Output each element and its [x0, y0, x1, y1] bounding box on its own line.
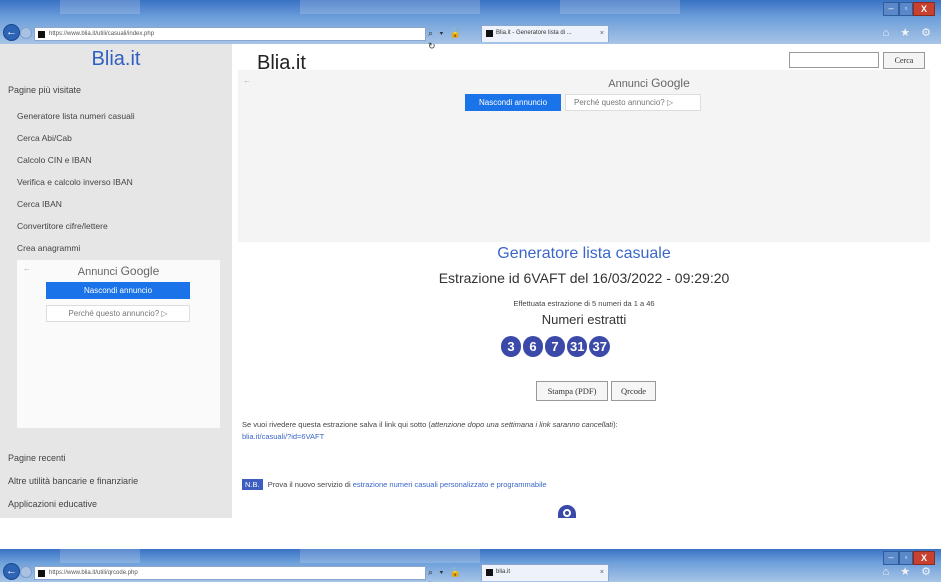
sidebar-item-abi-cab[interactable]: Cerca Abi/Cab: [17, 133, 72, 143]
tab-title: blia.it: [496, 569, 511, 575]
sidebar-recent[interactable]: Pagine recenti: [8, 453, 66, 463]
favicon-icon: [486, 30, 493, 37]
main-ad: ← Annunci Google Nascondi annuncio Perch…: [238, 70, 930, 242]
sidebar-most-visited: Pagine più visitate: [8, 85, 82, 95]
tab-close-icon[interactable]: ×: [600, 26, 604, 41]
back-button[interactable]: ←: [3, 563, 20, 580]
numbers-heading: Numeri estratti: [541, 312, 627, 327]
nb-notice: N.B. Prova il nuovo servizio di estrazio…: [242, 479, 547, 490]
save-note-prefix: Se vuoi rivedere questa estrazione salva…: [242, 420, 431, 429]
hide-ad-button[interactable]: Nascondi annuncio: [465, 94, 561, 111]
minimize-button[interactable]: –: [883, 2, 899, 16]
window-controls: – ▫ X: [883, 2, 937, 18]
forward-button[interactable]: [20, 27, 32, 39]
ad-google-label: Google: [651, 76, 690, 90]
save-note-suffix: ):: [613, 420, 618, 429]
number-ball: 7: [545, 336, 565, 357]
titlebar-decoration: [300, 549, 480, 563]
home-favorites-settings-icons[interactable]: ⌂ ★ ⚙: [883, 565, 935, 578]
nb-text: Prova il nuovo servizio di: [267, 480, 351, 489]
save-note: Se vuoi rivedere questa estrazione salva…: [242, 420, 618, 429]
address-url: https://www.blia.it/utili/qrcode.php: [49, 570, 138, 576]
save-link[interactable]: blia.it/casuali/?id=6VAFT: [242, 432, 324, 441]
minimize-button[interactable]: –: [883, 551, 899, 565]
favicon-icon: [486, 569, 493, 576]
browser-chrome: ← https://www.blia.it/utili/casuali/inde…: [0, 0, 941, 51]
close-window-button[interactable]: X: [913, 551, 935, 565]
why-this-ad-button[interactable]: Perché questo annuncio? ▷: [565, 94, 701, 111]
sidebar-item-convertitore[interactable]: Convertitore cifre/lettere: [17, 221, 108, 231]
nb-badge: N.B.: [242, 479, 263, 490]
tab-close-icon[interactable]: ×: [600, 565, 604, 580]
tab-blia-generatore[interactable]: Blia.it - Generatore lista di ... ×: [481, 25, 609, 42]
close-window-button[interactable]: X: [913, 2, 935, 16]
ad-title: Annunci Google: [238, 76, 930, 90]
sidebar-educational[interactable]: Applicazioni educative: [8, 499, 97, 509]
number-ball: 3: [501, 336, 521, 357]
tab-blia[interactable]: blia.it ×: [481, 564, 609, 581]
number-ball: 37: [589, 336, 610, 357]
sidebar-item-anagrammi[interactable]: Crea anagrammi: [17, 243, 80, 253]
titlebar-decoration: [60, 549, 140, 563]
address-bar[interactable]: https://www.blia.it/utili/casuali/index.…: [34, 27, 426, 41]
ad-google-label: Google: [120, 264, 160, 278]
sidebar-item-cerca-iban[interactable]: Cerca IBAN: [17, 199, 62, 209]
nb-service-link[interactable]: estrazione numeri casuali personalizzato…: [353, 480, 547, 489]
ad-label: Annunci: [608, 78, 648, 90]
extraction-info: Effettuata estrazione di 5 numeri da 1 a…: [513, 299, 655, 308]
sidebar-ad: ← Annunci Google Nascondi annuncio Perch…: [17, 260, 220, 428]
ad-label: Annunci: [77, 266, 118, 278]
home-favorites-settings-icons[interactable]: ⌂ ★ ⚙: [883, 26, 935, 39]
qrcode-button[interactable]: Qrcode: [611, 381, 656, 401]
save-note-warning: attenzione dopo una settimana i link sar…: [430, 420, 614, 429]
print-pdf-button[interactable]: Stampa (PDF): [536, 381, 608, 401]
address-tools[interactable]: ⌕ ▾ 🔒 ↻: [428, 27, 476, 51]
number-ball: 6: [523, 336, 543, 357]
why-this-ad-button[interactable]: Perché questo annuncio? ▷: [46, 305, 190, 322]
address-tools[interactable]: ⌕ ▾ 🔒 ↻: [428, 566, 476, 582]
sidebar: Blia.it Pagine più visitate Generatore l…: [0, 44, 232, 518]
sidebar-item-generatore[interactable]: Generatore lista numeri casuali: [17, 111, 135, 121]
titlebar-decoration: [560, 0, 680, 14]
forward-button[interactable]: [20, 566, 32, 578]
chat-bubble-icon[interactable]: [558, 505, 576, 518]
titlebar-decoration: [300, 0, 480, 14]
maximize-button[interactable]: ▫: [899, 2, 913, 16]
sidebar-other-utils[interactable]: Altre utilità bancarie e finanziarie: [8, 476, 138, 486]
sidebar-item-verifica-iban[interactable]: Verifica e calcolo inverso IBAN: [17, 177, 133, 187]
favicon-icon: [38, 570, 45, 577]
generator-title: Generatore lista casuale: [497, 245, 671, 262]
favicon-icon: [38, 31, 45, 38]
numbers-list: 3 6 7 31 37: [501, 336, 610, 358]
second-browser-chrome: ← https://www.blia.it/utili/qrcode.php ⌕…: [0, 549, 941, 582]
ad-title: Annunci Google: [17, 264, 220, 278]
back-button[interactable]: ←: [3, 24, 20, 41]
sidebar-item-cin-iban[interactable]: Calcolo CIN e IBAN: [17, 155, 92, 165]
tab-title: Blia.it - Generatore lista di ...: [496, 30, 572, 36]
search-input[interactable]: [789, 52, 879, 68]
number-ball: 31: [567, 336, 588, 357]
titlebar-decoration: [60, 0, 140, 14]
address-url: https://www.blia.it/utili/casuali/index.…: [49, 31, 155, 37]
extraction-heading: Estrazione id 6VAFT del 16/03/2022 - 09:…: [438, 270, 730, 286]
hide-ad-button[interactable]: Nascondi annuncio: [46, 282, 190, 299]
address-bar[interactable]: https://www.blia.it/utili/qrcode.php: [34, 566, 426, 580]
sidebar-logo[interactable]: Blia.it: [0, 48, 232, 71]
search-button[interactable]: Cerca: [883, 52, 925, 69]
maximize-button[interactable]: ▫: [899, 551, 913, 565]
